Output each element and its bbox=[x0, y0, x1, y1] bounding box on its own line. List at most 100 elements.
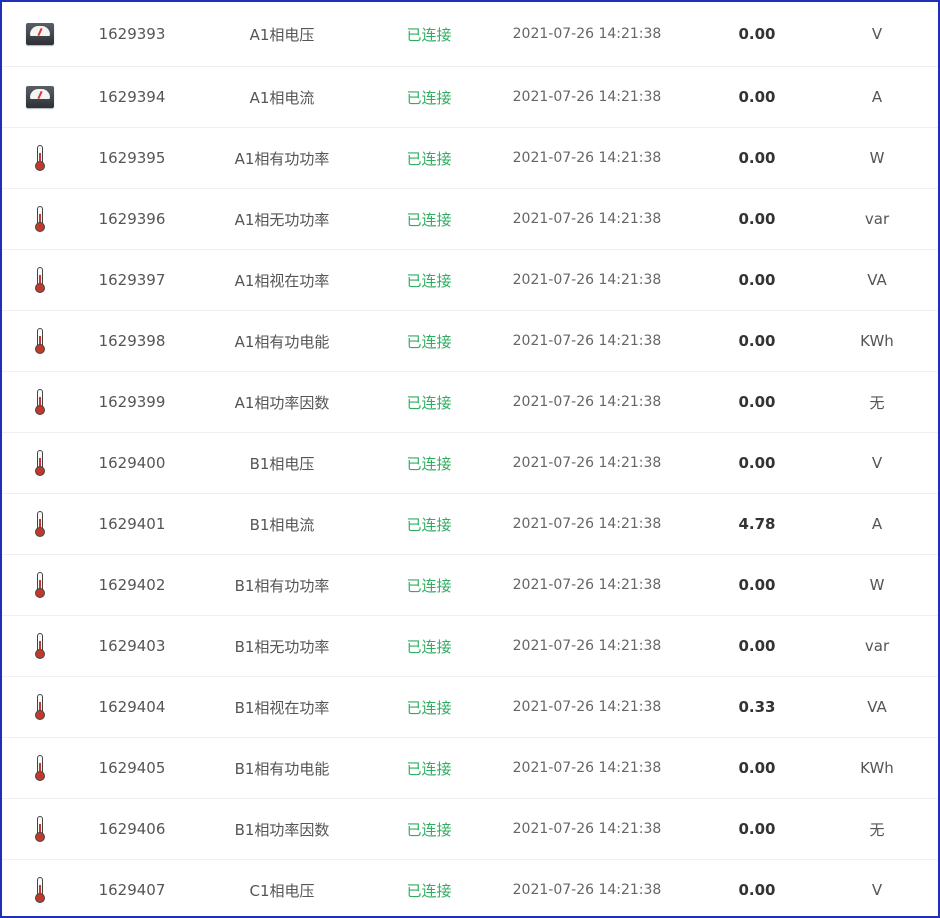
thermometer-icon bbox=[35, 633, 45, 659]
table-row[interactable]: 1629402 B1相有功功率 已连接 2021-07-26 14:21:38 … bbox=[2, 555, 938, 616]
icon-cell bbox=[20, 189, 60, 249]
sensor-name: B1相有功电能 bbox=[234, 759, 330, 778]
sensor-unit: W bbox=[869, 576, 885, 594]
status-badge: 已连接 bbox=[406, 25, 452, 44]
update-time: 2021-07-26 14:21:38 bbox=[512, 394, 662, 410]
sensor-value: 0.00 bbox=[738, 576, 776, 594]
sensor-value: 0.00 bbox=[738, 210, 776, 228]
sensor-name: B1相有功功率 bbox=[234, 576, 330, 595]
icon-cell bbox=[20, 433, 60, 493]
update-time: 2021-07-26 14:21:38 bbox=[512, 516, 662, 532]
thermometer-icon bbox=[35, 511, 45, 537]
sensor-name: B1相电流 bbox=[249, 515, 315, 534]
icon-cell bbox=[20, 494, 60, 554]
table-row[interactable]: 1629407 C1相电压 已连接 2021-07-26 14:21:38 0.… bbox=[2, 860, 938, 916]
sensor-id: 1629396 bbox=[98, 210, 166, 228]
sensor-value: 0.33 bbox=[738, 698, 776, 716]
table-row[interactable]: 1629404 B1相视在功率 已连接 2021-07-26 14:21:38 … bbox=[2, 677, 938, 738]
table-row[interactable]: 1629405 B1相有功电能 已连接 2021-07-26 14:21:38 … bbox=[2, 738, 938, 799]
sensor-name: A1相电压 bbox=[249, 25, 315, 44]
sensor-value: 0.00 bbox=[738, 271, 776, 289]
status-badge: 已连接 bbox=[406, 271, 452, 290]
icon-cell bbox=[20, 555, 60, 615]
thermometer-icon bbox=[35, 389, 45, 415]
sensor-value: 0.00 bbox=[738, 454, 776, 472]
sensor-unit: VA bbox=[867, 271, 887, 289]
update-time: 2021-07-26 14:21:38 bbox=[512, 150, 662, 166]
sensor-table-frame: 1629393 A1相电压 已连接 2021-07-26 14:21:38 0.… bbox=[0, 0, 940, 918]
icon-cell bbox=[20, 616, 60, 676]
sensor-id: 1629398 bbox=[98, 332, 166, 350]
status-badge: 已连接 bbox=[406, 88, 452, 107]
table-row[interactable]: 1629400 B1相电压 已连接 2021-07-26 14:21:38 0.… bbox=[2, 433, 938, 494]
icon-cell bbox=[20, 67, 60, 127]
status-badge: 已连接 bbox=[406, 759, 452, 778]
table-row[interactable]: 1629393 A1相电压 已连接 2021-07-26 14:21:38 0.… bbox=[2, 2, 938, 67]
meter-icon bbox=[26, 86, 54, 108]
sensor-id: 1629393 bbox=[98, 25, 166, 43]
icon-cell bbox=[20, 677, 60, 737]
sensor-id: 1629401 bbox=[98, 515, 166, 533]
sensor-unit: KWh bbox=[860, 332, 894, 350]
sensor-value: 0.00 bbox=[738, 88, 776, 106]
sensor-id: 1629402 bbox=[98, 576, 166, 594]
sensor-value: 0.00 bbox=[738, 393, 776, 411]
status-badge: 已连接 bbox=[406, 149, 452, 168]
sensor-id: 1629395 bbox=[98, 149, 166, 167]
sensor-name: A1相有功功率 bbox=[234, 149, 330, 168]
sensor-value: 0.00 bbox=[738, 25, 776, 43]
sensor-name: B1相视在功率 bbox=[234, 698, 330, 717]
thermometer-icon bbox=[35, 450, 45, 476]
sensor-id: 1629407 bbox=[98, 881, 166, 899]
table-row[interactable]: 1629406 B1相功率因数 已连接 2021-07-26 14:21:38 … bbox=[2, 799, 938, 860]
sensor-name: B1相无功功率 bbox=[234, 637, 330, 656]
update-time: 2021-07-26 14:21:38 bbox=[512, 89, 662, 105]
table-row[interactable]: 1629396 A1相无功功率 已连接 2021-07-26 14:21:38 … bbox=[2, 189, 938, 250]
table-row[interactable]: 1629398 A1相有功电能 已连接 2021-07-26 14:21:38 … bbox=[2, 311, 938, 372]
sensor-name: B1相功率因数 bbox=[234, 820, 330, 839]
sensor-id: 1629405 bbox=[98, 759, 166, 777]
sensor-unit: A bbox=[871, 515, 883, 533]
thermometer-icon bbox=[35, 572, 45, 598]
sensor-unit: VA bbox=[867, 698, 887, 716]
icon-cell bbox=[20, 738, 60, 798]
table-row[interactable]: 1629394 A1相电流 已连接 2021-07-26 14:21:38 0.… bbox=[2, 67, 938, 128]
table-row[interactable]: 1629395 A1相有功功率 已连接 2021-07-26 14:21:38 … bbox=[2, 128, 938, 189]
table-row[interactable]: 1629403 B1相无功功率 已连接 2021-07-26 14:21:38 … bbox=[2, 616, 938, 677]
table-row[interactable]: 1629397 A1相视在功率 已连接 2021-07-26 14:21:38 … bbox=[2, 250, 938, 311]
sensor-unit: V bbox=[871, 25, 883, 43]
sensor-id: 1629404 bbox=[98, 698, 166, 716]
sensor-value: 0.00 bbox=[738, 637, 776, 655]
sensor-unit: var bbox=[864, 637, 890, 655]
icon-cell bbox=[20, 311, 60, 371]
sensor-name: A1相电流 bbox=[249, 88, 315, 107]
icon-cell bbox=[20, 128, 60, 188]
thermometer-icon bbox=[35, 755, 45, 781]
update-time: 2021-07-26 14:21:38 bbox=[512, 638, 662, 654]
update-time: 2021-07-26 14:21:38 bbox=[512, 699, 662, 715]
status-badge: 已连接 bbox=[406, 332, 452, 351]
sensor-name: A1相有功电能 bbox=[234, 332, 330, 351]
sensor-value: 0.00 bbox=[738, 149, 776, 167]
icon-cell bbox=[20, 2, 60, 66]
sensor-id: 1629394 bbox=[98, 88, 166, 106]
icon-cell bbox=[20, 799, 60, 859]
update-time: 2021-07-26 14:21:38 bbox=[512, 272, 662, 288]
table-row[interactable]: 1629401 B1相电流 已连接 2021-07-26 14:21:38 4.… bbox=[2, 494, 938, 555]
table-row[interactable]: 1629399 A1相功率因数 已连接 2021-07-26 14:21:38 … bbox=[2, 372, 938, 433]
sensor-unit: W bbox=[869, 149, 885, 167]
sensor-unit: V bbox=[871, 881, 883, 899]
update-time: 2021-07-26 14:21:38 bbox=[512, 333, 662, 349]
sensor-value: 0.00 bbox=[738, 820, 776, 838]
sensor-name: B1相电压 bbox=[249, 454, 315, 473]
thermometer-icon bbox=[35, 328, 45, 354]
sensor-value: 0.00 bbox=[738, 759, 776, 777]
status-badge: 已连接 bbox=[406, 454, 452, 473]
thermometer-icon bbox=[35, 206, 45, 232]
sensor-name: A1相视在功率 bbox=[234, 271, 330, 290]
meter-icon bbox=[26, 23, 54, 45]
thermometer-icon bbox=[35, 694, 45, 720]
update-time: 2021-07-26 14:21:38 bbox=[512, 26, 662, 42]
status-badge: 已连接 bbox=[406, 515, 452, 534]
update-time: 2021-07-26 14:21:38 bbox=[512, 882, 662, 898]
